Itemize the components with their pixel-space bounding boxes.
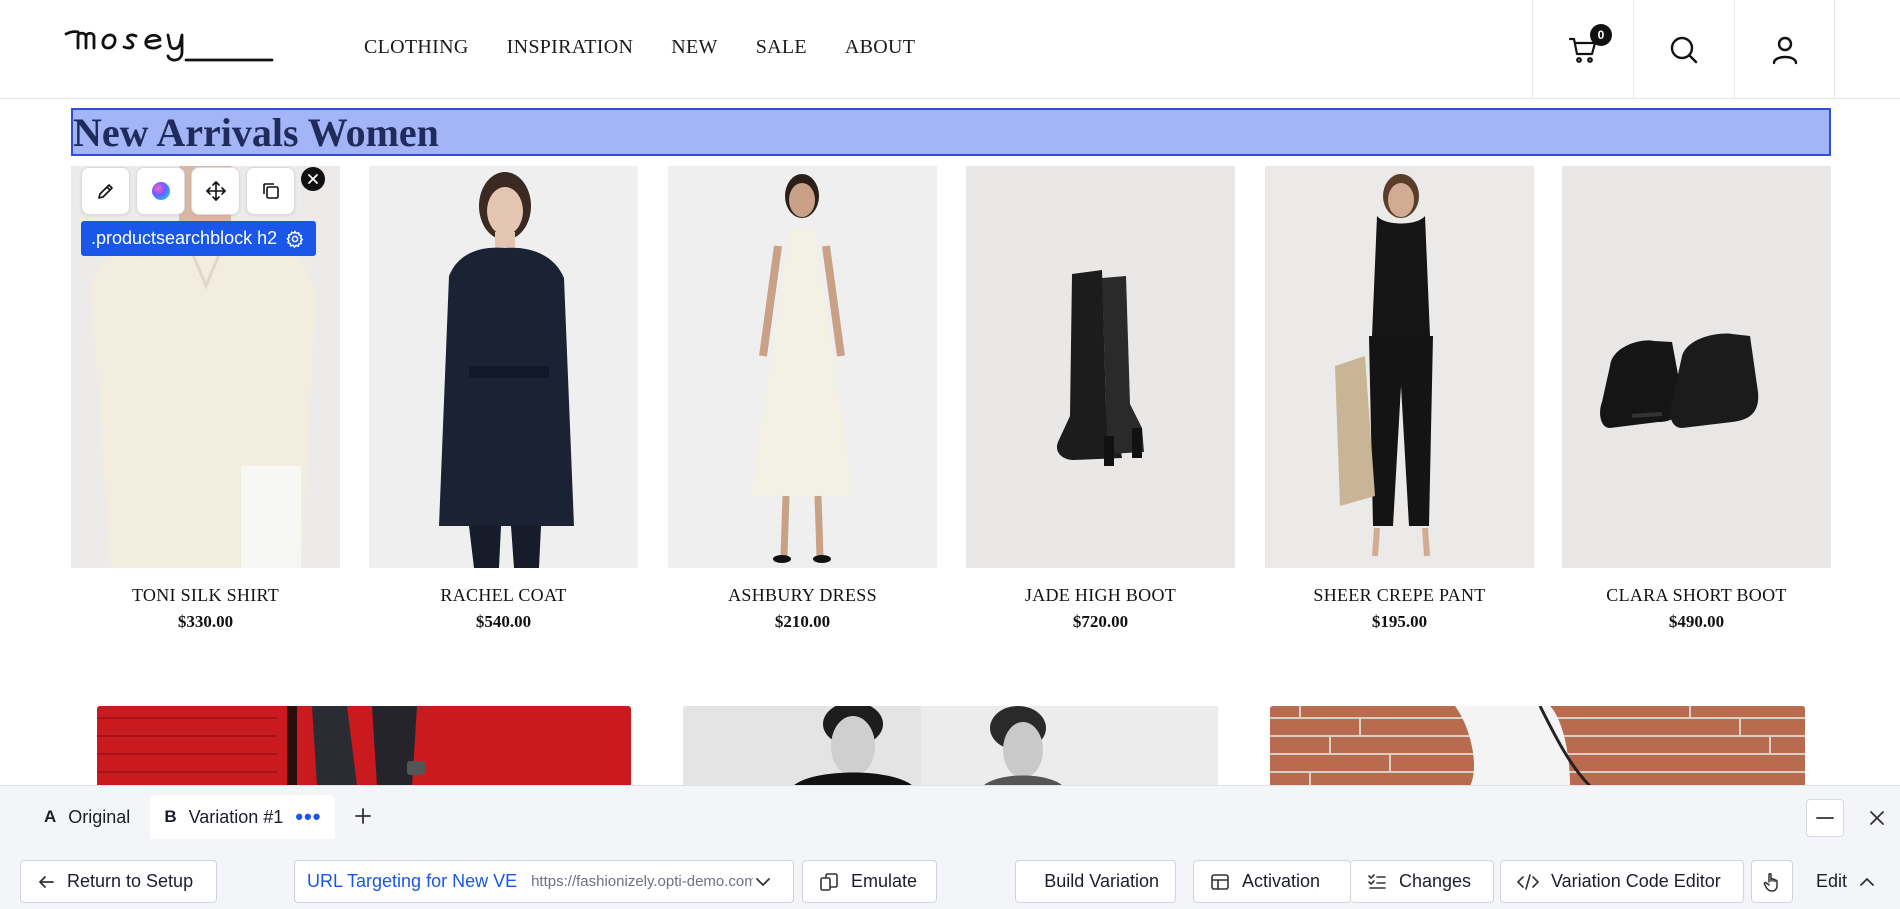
url-targeting-value: https://fashionizely.opti-demo.com xyxy=(531,873,754,890)
tab-letter: A xyxy=(44,807,57,826)
url-targeting-name: URL Targeting for New VE xyxy=(307,871,518,891)
product-price: $330.00 xyxy=(177,612,234,631)
activation-button[interactable]: Activation xyxy=(1193,860,1351,903)
close-panel-button[interactable] xyxy=(1858,799,1896,837)
gear-icon[interactable] xyxy=(286,229,304,248)
promo-banner[interactable] xyxy=(97,706,631,786)
changes-button[interactable]: Changes xyxy=(1351,860,1494,903)
nav-inspiration[interactable]: INSPIRATION xyxy=(507,36,634,59)
product-name[interactable]: RACHEL COAT xyxy=(369,585,638,606)
promo-banner[interactable] xyxy=(683,706,1218,786)
arrow-left-icon xyxy=(39,875,54,888)
duplicate-icon xyxy=(262,183,279,199)
ai-orb-icon xyxy=(151,182,170,200)
product-name[interactable]: TONI SILK SHIRT xyxy=(71,585,340,606)
tab-original[interactable]: A Original xyxy=(30,795,144,839)
close-icon xyxy=(308,174,318,184)
account-button[interactable] xyxy=(1734,0,1835,99)
activation-icon xyxy=(1211,873,1229,890)
selected-element-highlight[interactable]: New Arrivals Women xyxy=(71,108,1831,156)
product-card[interactable]: CLARA SHORT BOOT $490.00 xyxy=(1562,166,1831,632)
chevron-down-icon xyxy=(756,877,770,886)
code-editor-label: Variation Code Editor xyxy=(1551,871,1721,891)
edit-mode-dropdown[interactable]: Edit xyxy=(1800,860,1894,903)
return-label: Return to Setup xyxy=(67,871,194,891)
mode-label: Edit xyxy=(1816,871,1848,891)
product-name[interactable]: SHEER CREPE PANT xyxy=(1265,585,1534,606)
nav-new[interactable]: NEW xyxy=(671,36,717,59)
url-targeting-select[interactable]: URL Targeting for New VE https://fashion… xyxy=(294,860,794,903)
more-options-icon[interactable]: ••• xyxy=(295,806,321,828)
add-variation-button[interactable] xyxy=(348,799,378,833)
product-image[interactable] xyxy=(369,166,638,568)
element-selector-label[interactable]: .productsearchblock h2 xyxy=(81,221,317,256)
checklist-icon xyxy=(1368,873,1386,889)
edit-icon xyxy=(97,184,113,199)
nav-clothing[interactable]: CLOTHING xyxy=(364,36,469,59)
product-image[interactable] xyxy=(966,166,1235,568)
interact-mode-button[interactable] xyxy=(1751,860,1793,903)
emulate-label: Emulate xyxy=(851,871,918,891)
product-card[interactable]: JADE HIGH BOOT $720.00 xyxy=(966,166,1235,632)
main-nav: CLOTHING INSPIRATION NEW SALE ABOUT xyxy=(364,36,915,59)
edit-element-button[interactable] xyxy=(81,167,130,215)
minimize-icon xyxy=(1816,817,1834,819)
product-card[interactable]: ASHBURY DRESS $210.00 xyxy=(668,166,937,632)
nav-sale[interactable]: SALE xyxy=(756,36,807,59)
tab-label: Original xyxy=(68,806,131,827)
product-card[interactable]: RACHEL COAT $540.00 xyxy=(369,166,638,632)
variation-code-editor-button[interactable]: Variation Code Editor xyxy=(1500,860,1744,903)
product-name[interactable]: JADE HIGH BOOT xyxy=(966,585,1235,606)
minimize-panel-button[interactable] xyxy=(1806,799,1844,837)
emulate-button[interactable]: Emulate xyxy=(802,860,937,903)
code-icon xyxy=(1517,873,1539,890)
product-price: $210.00 xyxy=(774,612,831,631)
cart-count-badge: 0 xyxy=(1590,24,1612,46)
variation-tabs: A Original B Variation #1 ••• xyxy=(30,795,336,839)
changes-label: Changes xyxy=(1399,871,1472,891)
product-image[interactable] xyxy=(668,166,937,568)
tab-variation-1[interactable]: B Variation #1 ••• xyxy=(150,795,336,839)
promo-banner[interactable] xyxy=(1270,706,1805,786)
product-price: $720.00 xyxy=(1072,612,1129,631)
product-price: $195.00 xyxy=(1371,612,1428,631)
pointer-hand-icon xyxy=(1763,872,1778,892)
product-name[interactable]: ASHBURY DRESS xyxy=(668,585,937,606)
return-to-setup-button[interactable]: Return to Setup xyxy=(20,860,217,903)
close-icon xyxy=(1870,811,1884,825)
product-price: $490.00 xyxy=(1668,612,1725,631)
element-toolbar xyxy=(81,167,295,215)
mosey-logo[interactable] xyxy=(64,20,274,72)
selector-text: .productsearchblock h2 xyxy=(91,228,278,248)
editor-panel: A Original B Variation #1 ••• Return to … xyxy=(0,785,1900,909)
nav-about[interactable]: ABOUT xyxy=(845,36,915,59)
chevron-up-icon xyxy=(1860,877,1874,886)
build-variation-button[interactable]: Build Variation xyxy=(1015,860,1176,903)
duplicate-element-button[interactable] xyxy=(246,167,295,215)
cart-button[interactable]: 0 xyxy=(1532,0,1633,99)
tab-label: Variation #1 xyxy=(188,806,284,827)
emulate-icon xyxy=(820,872,838,891)
plus-icon xyxy=(355,808,371,824)
site-header: CLOTHING INSPIRATION NEW SALE ABOUT 0 xyxy=(0,0,1900,99)
move-element-button[interactable] xyxy=(191,167,240,215)
product-card[interactable]: SHEER CREPE PANT $195.00 xyxy=(1265,166,1534,632)
build-variation-label: Build Variation xyxy=(1044,871,1159,891)
search-button[interactable] xyxy=(1633,0,1734,99)
move-icon xyxy=(205,181,226,201)
product-image[interactable] xyxy=(1265,166,1534,568)
ai-assist-button[interactable] xyxy=(136,167,185,215)
search-icon xyxy=(1670,36,1698,63)
section-title[interactable]: New Arrivals Women xyxy=(73,111,439,155)
product-name[interactable]: CLARA SHORT BOOT xyxy=(1562,585,1831,606)
account-icon xyxy=(1772,36,1797,64)
product-grid: TONI SILK SHIRT $330.00 RACHEL COAT $540… xyxy=(71,166,1831,636)
tab-letter: B xyxy=(164,807,177,826)
product-price: $540.00 xyxy=(475,612,532,631)
activation-label: Activation xyxy=(1242,871,1321,891)
close-toolbar-button[interactable] xyxy=(301,167,325,191)
product-image[interactable] xyxy=(1562,166,1831,568)
